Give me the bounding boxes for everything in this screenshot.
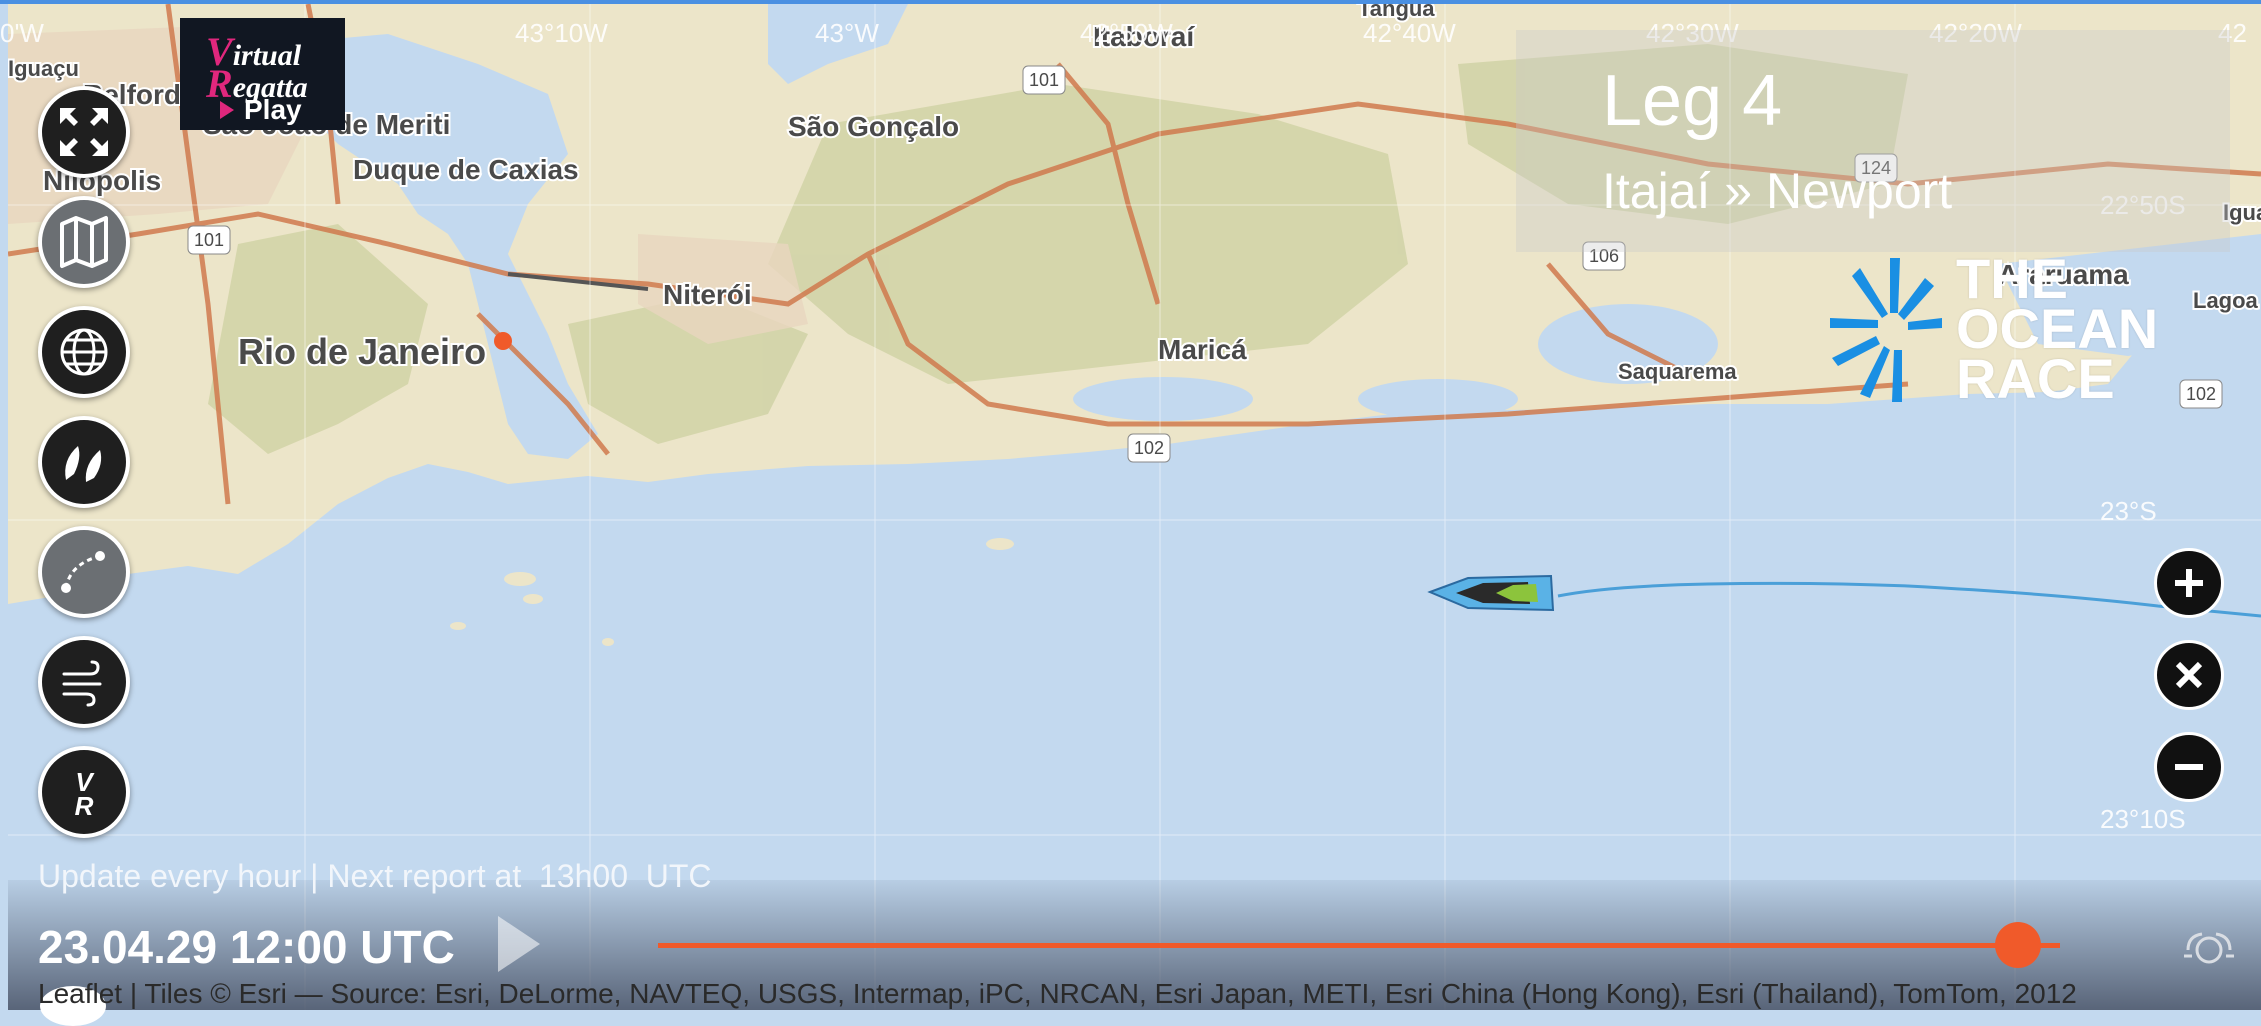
zoom-out-icon (2175, 764, 2203, 770)
reset-view-button[interactable] (2154, 640, 2224, 710)
map-icon (60, 216, 108, 268)
city-marker[interactable] (494, 332, 512, 350)
place-label: Maricá (1158, 334, 1247, 365)
marica-lagoon (1073, 377, 1253, 421)
svg-text:R: R (75, 791, 94, 820)
brand-wordmark: THE OCEAN RACE (1956, 251, 2158, 410)
close-icon (2175, 661, 2203, 689)
ocean-race-logo-icon (1830, 258, 1942, 402)
globe-button[interactable] (38, 306, 130, 398)
leg-title: Leg 4 (1602, 61, 1783, 141)
place-label: Iguaçu (8, 56, 79, 81)
timeline-datetime: 23.04.29 12:00 UTC (38, 921, 455, 973)
timeline-slider[interactable] (658, 943, 2060, 948)
update-notice: Update every hour | Next report at 13h00… (38, 858, 712, 894)
globe-icon (60, 328, 108, 376)
place-label: Lagoa de Araruama (2193, 288, 2261, 313)
play-triangle-icon (220, 101, 234, 119)
lat-label: 23°10S (2100, 804, 2186, 834)
map-attribution: Leaflet | Tiles © Esri — Source: Esri, D… (38, 978, 2077, 1009)
place-label: São Gonçalo (788, 111, 959, 142)
play-link[interactable]: Play (220, 94, 302, 126)
svg-text:101: 101 (194, 230, 224, 250)
zoom-in-icon (2175, 569, 2203, 597)
fullscreen-button[interactable] (38, 86, 130, 178)
wind-icon (62, 660, 102, 707)
boats-icon (65, 446, 102, 482)
shield-6: 102 (2179, 379, 2223, 409)
lon-label: 42°50W (1080, 18, 1173, 48)
svg-text:101: 101 (1029, 70, 1059, 90)
shield-2: 101 (187, 225, 231, 255)
shield-5: 102 (1127, 433, 1171, 463)
place-label: Rio de Janeiro (238, 331, 486, 372)
svg-text:102: 102 (1134, 438, 1164, 458)
timeline-slider-handle[interactable] (1994, 922, 2041, 968)
place-label: Saquarema (1618, 359, 1737, 384)
virtual-regatta-logo[interactable]: Virtual Regatta Play (180, 18, 345, 130)
lon-label: 42°40W (1363, 18, 1456, 48)
play-label: Play (244, 94, 302, 125)
wind-button[interactable] (38, 636, 130, 728)
gyro-icon[interactable] (2182, 928, 2236, 968)
route-button[interactable] (38, 526, 130, 618)
zoom-in-button[interactable] (2154, 548, 2224, 618)
lon-label: 43°W (815, 18, 879, 48)
lon-label: 43°10W (515, 18, 608, 48)
boats-button[interactable] (38, 416, 130, 508)
place-label: Niterói (663, 279, 752, 310)
lat-label: 23°S (2100, 496, 2157, 526)
place-label: Duque de Caxias (353, 154, 579, 185)
vr-icon: VR (75, 767, 96, 820)
fullscreen-icon (60, 108, 108, 156)
svg-text:102: 102 (2186, 384, 2216, 404)
virtual-regatta-button[interactable]: VR (38, 746, 130, 838)
shield-1: 101 (1022, 65, 1066, 95)
brand-line: RACE (1956, 347, 2115, 410)
lon-label: 0'W (0, 18, 44, 48)
route-icon (61, 551, 105, 593)
zoom-out-button[interactable] (2154, 732, 2224, 802)
map-layers-button[interactable] (38, 196, 130, 288)
leg-route: Itajaí » Newport (1602, 163, 1953, 219)
timeline-play-button[interactable] (498, 916, 540, 972)
